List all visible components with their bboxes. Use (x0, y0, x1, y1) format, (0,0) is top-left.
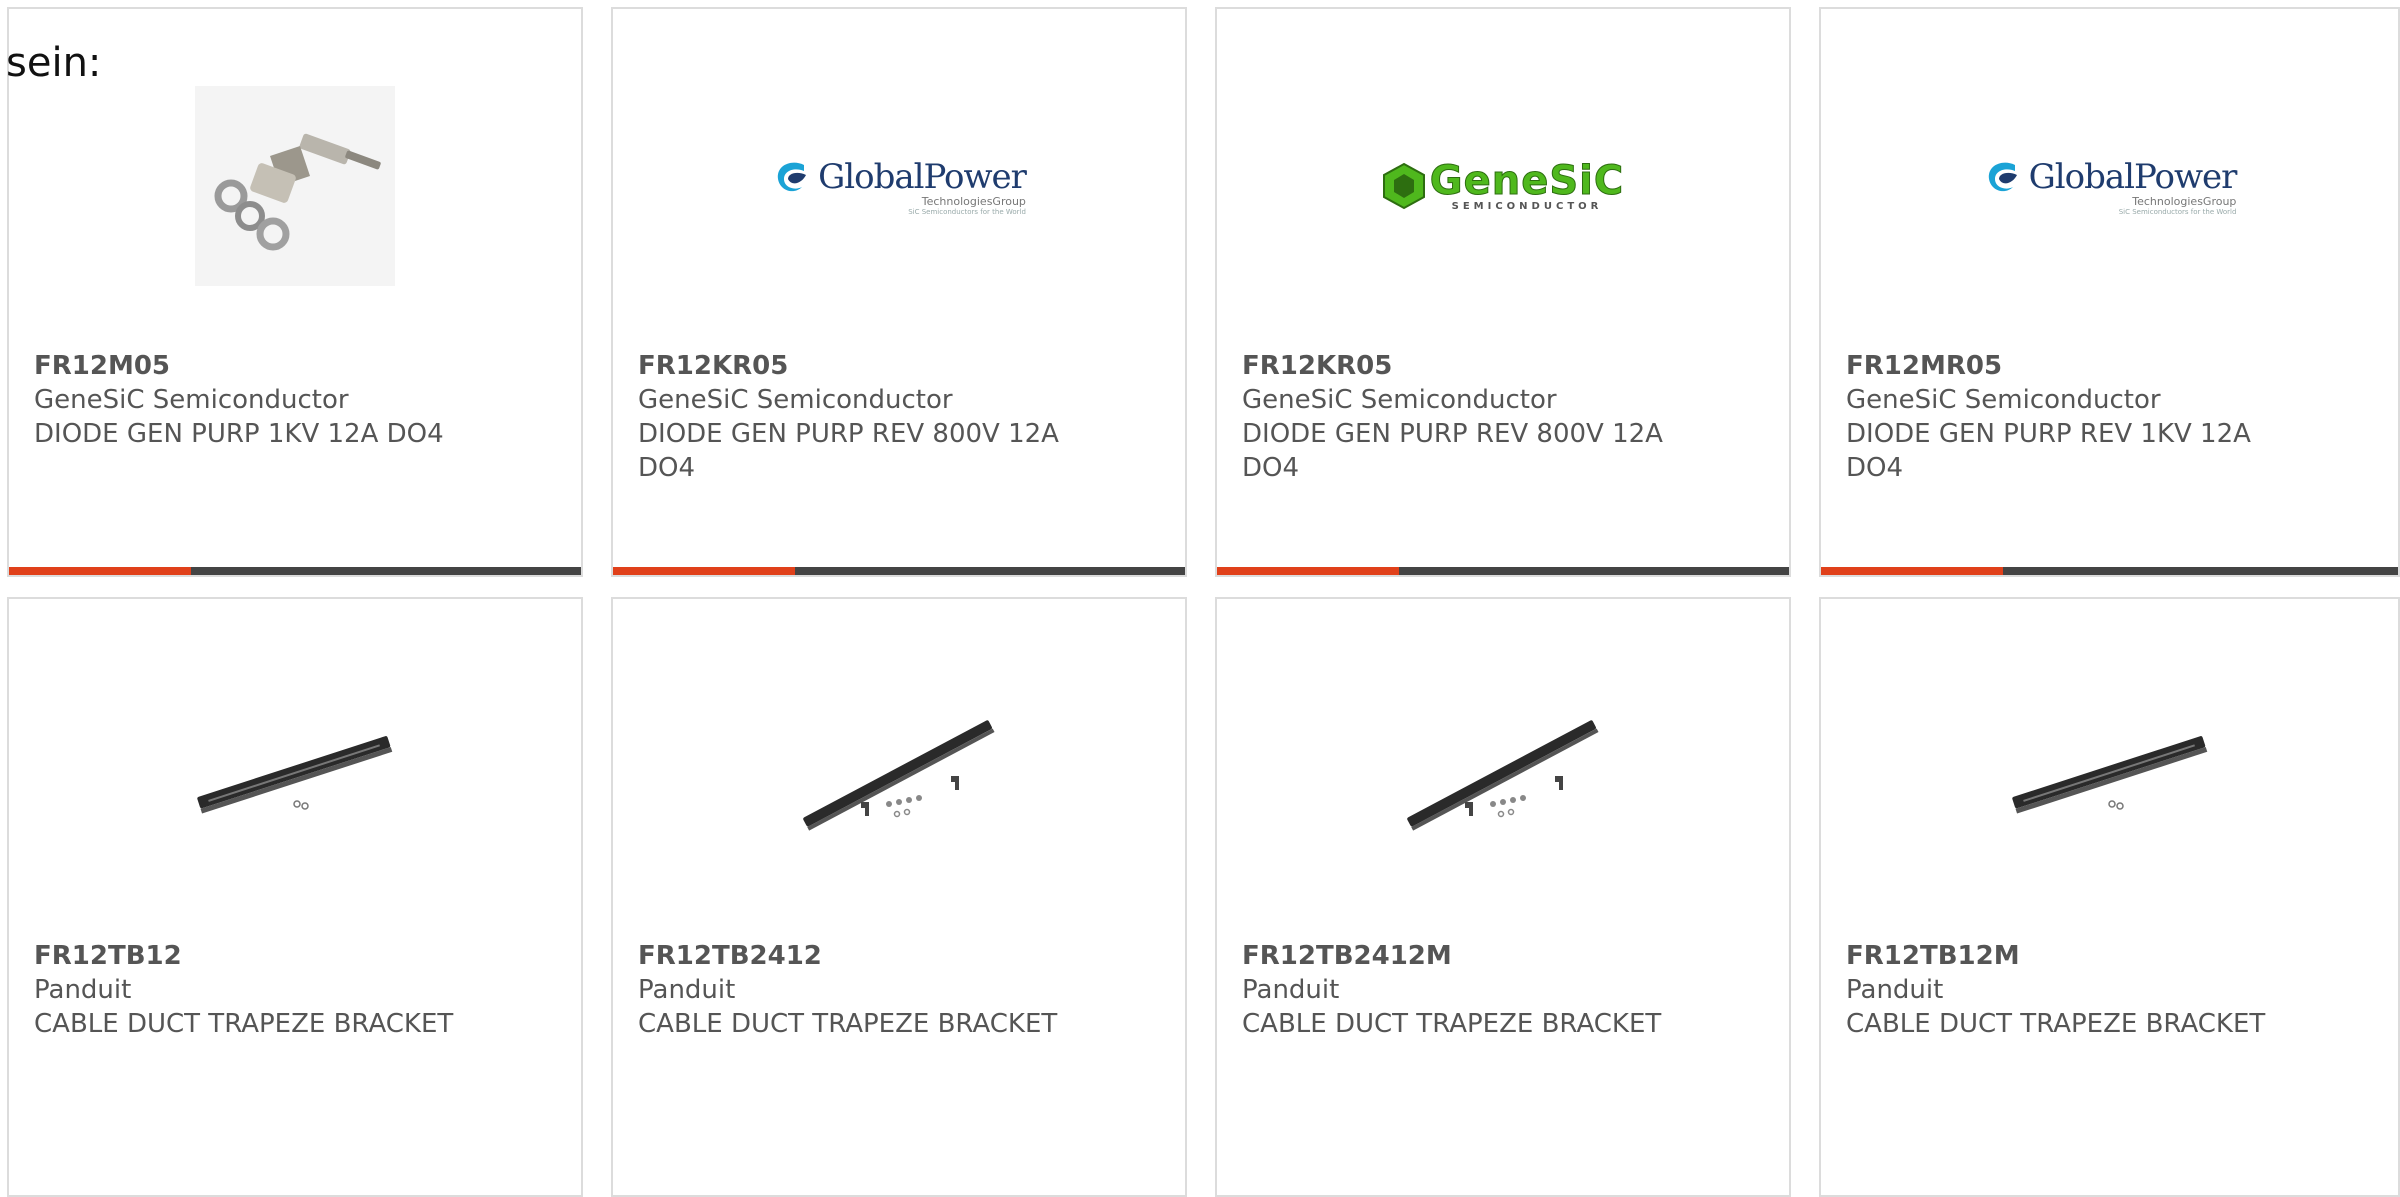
product-info: FR12KR05 GeneSiC Semiconductor DIODE GEN… (638, 349, 1078, 485)
manufacturer: GeneSiC Semiconductor (1846, 385, 2161, 415)
logo-tagline: SiC Semiconductors for the World (2118, 207, 2237, 216)
product-info: FR12TB2412 Panduit CABLE DUCT TRAPEZE BR… (638, 939, 1078, 1041)
product-image[interactable] (1821, 671, 2398, 881)
manufacturer: Panduit (638, 975, 736, 1005)
product-info: FR12TB12 Panduit CABLE DUCT TRAPEZE BRAC… (34, 939, 474, 1041)
logo-text: GlobalPower (818, 156, 1027, 197)
product-image[interactable]: GeneSiC SEMICONDUCTOR (1217, 81, 1789, 291)
product-info: FR12MR05 GeneSiC Semiconductor DIODE GEN… (1846, 349, 2286, 485)
product-card[interactable]: GeneSiC SEMICONDUCTOR FR12KR05 GeneSiC S… (1215, 7, 1791, 577)
description: CABLE DUCT TRAPEZE BRACKET (638, 1009, 1058, 1039)
description: DIODE GEN PURP REV 800V 12A DO4 (638, 419, 1059, 483)
card-footer-bar (1217, 567, 1789, 575)
logo-subtext: TechnologiesGroup (2132, 194, 2237, 208)
logo-subtext: TechnologiesGroup (921, 194, 1026, 208)
page-label: sein: (6, 40, 102, 86)
product-image[interactable] (613, 671, 1185, 881)
bracket-long-photo (1407, 720, 1599, 831)
product-image[interactable]: GlobalPower TechnologiesGroup SiC Semico… (613, 81, 1185, 291)
description: DIODE GEN PURP REV 1KV 12A DO4 (1846, 419, 2251, 483)
part-number[interactable]: FR12TB2412 (638, 939, 1078, 973)
description: CABLE DUCT TRAPEZE BRACKET (1846, 1009, 2266, 1039)
card-footer-bar (613, 567, 1185, 575)
logo-subtext: SEMICONDUCTOR (1451, 200, 1603, 212)
manufacturer: GeneSiC Semiconductor (34, 385, 349, 415)
logo-tagline: SiC Semiconductors for the World (908, 207, 1026, 216)
description: CABLE DUCT TRAPEZE BRACKET (34, 1009, 454, 1039)
globalpower-swoosh-icon (777, 162, 807, 191)
part-number[interactable]: FR12MR05 (1846, 349, 2286, 383)
part-number[interactable]: FR12M05 (34, 349, 474, 383)
stud-diode-photo (195, 86, 395, 286)
card-accent (613, 567, 795, 575)
part-number[interactable]: FR12KR05 (638, 349, 1078, 383)
product-info: FR12TB12M Panduit CABLE DUCT TRAPEZE BRA… (1846, 939, 2286, 1041)
product-card[interactable]: FR12M05 GeneSiC Semiconductor DIODE GEN … (7, 7, 583, 577)
genesic-logo: GeneSiC SEMICONDUCTOR (1382, 157, 1625, 212)
card-footer-bar (1821, 567, 2398, 575)
description: DIODE GEN PURP REV 800V 12A DO4 (1242, 419, 1663, 483)
card-accent (1217, 567, 1399, 575)
card-accent (1821, 567, 2003, 575)
product-card[interactable]: GlobalPower TechnologiesGroup SiC Semico… (1819, 7, 2400, 577)
logo-text: GeneSiC (1429, 157, 1625, 204)
manufacturer: Panduit (34, 975, 132, 1005)
logo-text: GlobalPower (2028, 156, 2238, 197)
product-info: FR12KR05 GeneSiC Semiconductor DIODE GEN… (1242, 349, 1682, 485)
product-card[interactable]: FR12TB12 Panduit CABLE DUCT TRAPEZE BRAC… (7, 597, 583, 1197)
card-footer-bar (9, 567, 581, 575)
description: CABLE DUCT TRAPEZE BRACKET (1242, 1009, 1662, 1039)
product-card[interactable]: FR12TB12M Panduit CABLE DUCT TRAPEZE BRA… (1819, 597, 2400, 1197)
card-accent (9, 567, 191, 575)
product-image[interactable] (1217, 671, 1789, 881)
bracket-short-photo (197, 736, 393, 814)
globalpower-logo: GlobalPower TechnologiesGroup SiC Semico… (772, 156, 1027, 216)
product-card[interactable]: FR12TB2412M Panduit CABLE DUCT TRAPEZE B… (1215, 597, 1791, 1197)
genesic-hex-icon (1382, 162, 1425, 210)
product-info: FR12M05 GeneSiC Semiconductor DIODE GEN … (34, 349, 474, 451)
manufacturer: Panduit (1242, 975, 1340, 1005)
product-image[interactable] (9, 81, 581, 291)
globalpower-swoosh-icon (1988, 162, 2017, 191)
part-number[interactable]: FR12TB12M (1846, 939, 2286, 973)
product-image[interactable] (9, 671, 581, 881)
manufacturer: Panduit (1846, 975, 1944, 1005)
part-number[interactable]: FR12KR05 (1242, 349, 1682, 383)
part-number[interactable]: FR12TB12 (34, 939, 474, 973)
bracket-short-photo (2011, 736, 2207, 814)
globalpower-logo: GlobalPower TechnologiesGroup SiC Semico… (1983, 157, 2237, 216)
product-grid: FR12M05 GeneSiC Semiconductor DIODE GEN … (7, 7, 2400, 1197)
product-info: FR12TB2412M Panduit CABLE DUCT TRAPEZE B… (1242, 939, 1682, 1041)
product-card[interactable]: GlobalPower TechnologiesGroup SiC Semico… (611, 7, 1187, 577)
description: DIODE GEN PURP 1KV 12A DO4 (34, 419, 444, 449)
product-card[interactable]: FR12TB2412 Panduit CABLE DUCT TRAPEZE BR… (611, 597, 1187, 1197)
part-number[interactable]: FR12TB2412M (1242, 939, 1682, 973)
manufacturer: GeneSiC Semiconductor (1242, 385, 1557, 415)
product-image[interactable]: GlobalPower TechnologiesGroup SiC Semico… (1821, 81, 2398, 291)
bracket-long-photo (803, 720, 995, 831)
manufacturer: GeneSiC Semiconductor (638, 385, 953, 415)
